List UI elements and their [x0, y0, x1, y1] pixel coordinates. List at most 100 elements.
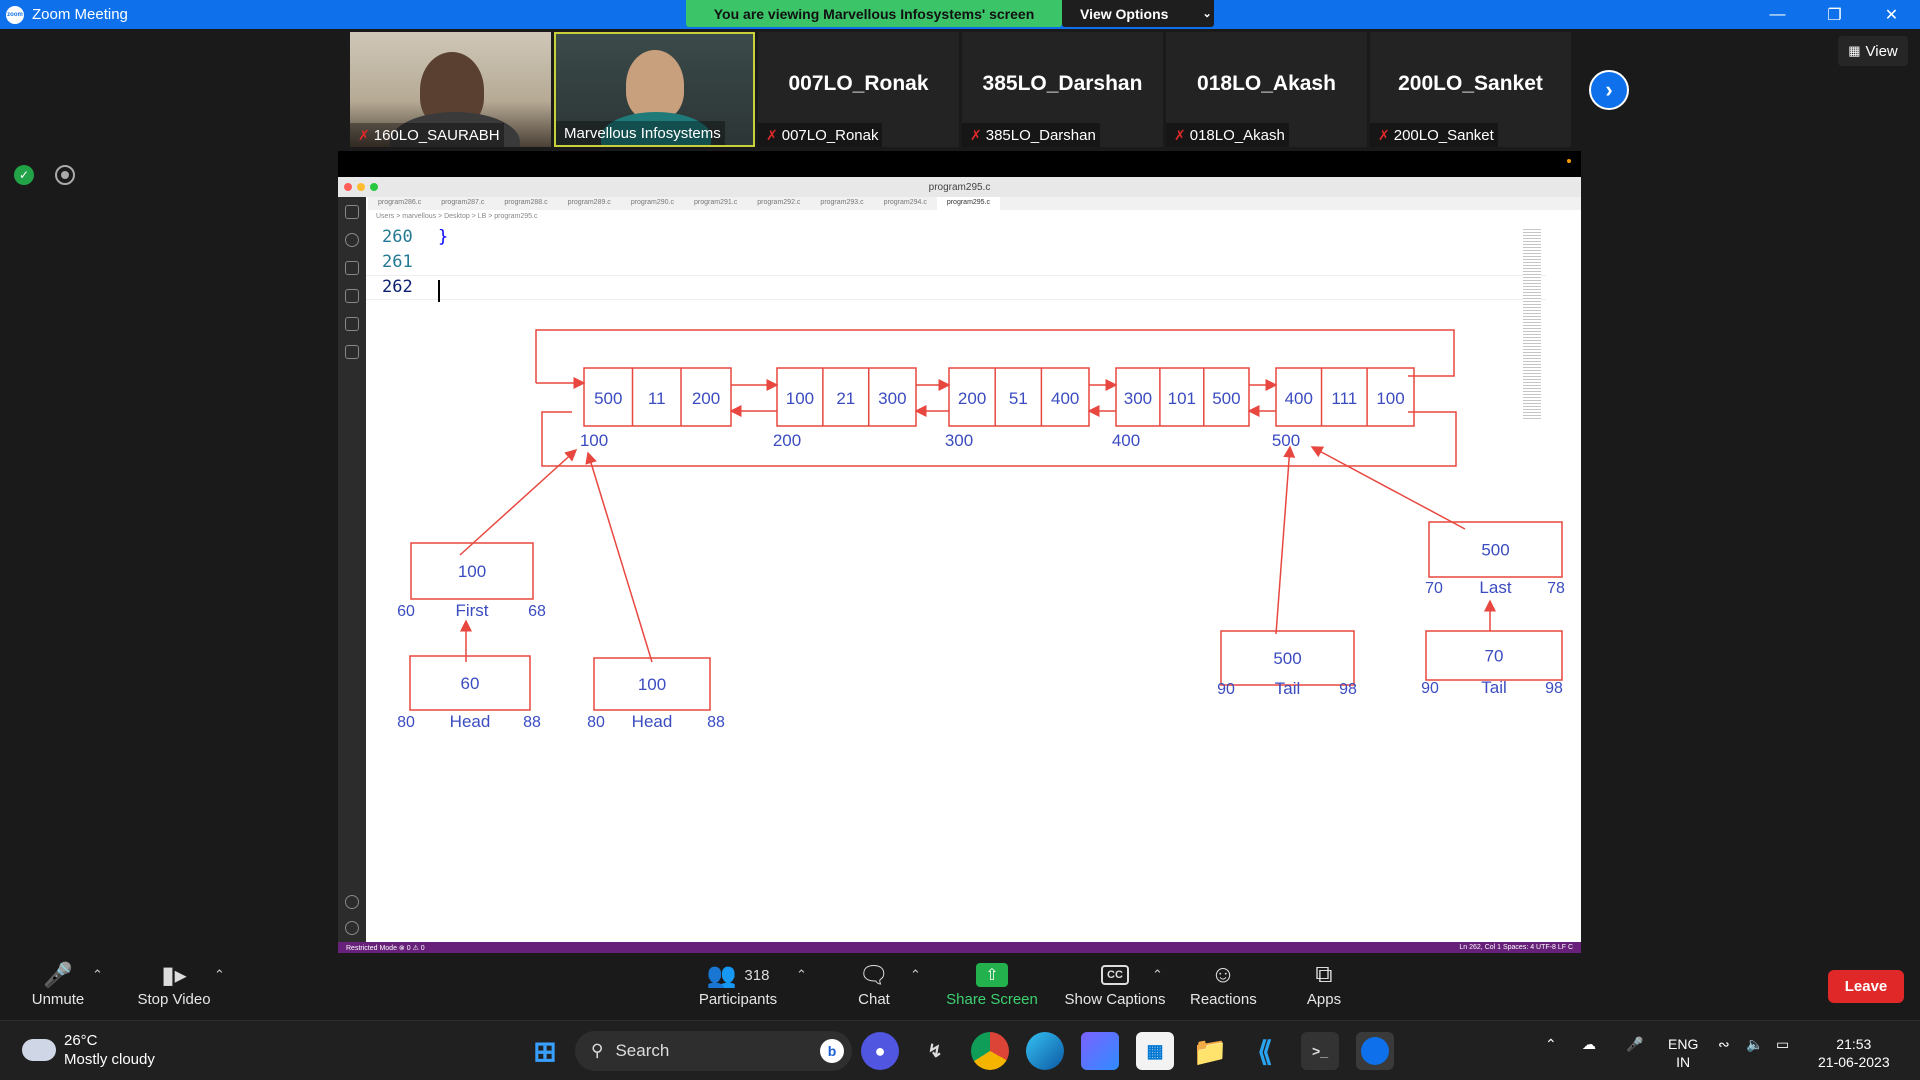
participant-tile[interactable]: 200LO_Sanket ✗ 200LO_Sanket — [1370, 32, 1571, 147]
node-next-value: 200 — [692, 389, 720, 408]
view-button[interactable]: ▦ View — [1838, 36, 1908, 66]
status-dot-icon — [1567, 159, 1571, 163]
reactions-button[interactable]: ☺ Reactions — [1190, 959, 1257, 1008]
editor-tab[interactable]: program292.c — [747, 197, 810, 210]
editor-window-title: program295.c — [928, 181, 991, 193]
editor-tab[interactable]: program289.c — [558, 197, 621, 210]
explorer-icon[interactable] — [345, 205, 359, 219]
node-next-value: 300 — [878, 389, 906, 408]
chat-chevron-icon[interactable]: ⌃ — [910, 967, 921, 983]
search-icon: ⚲ — [591, 1041, 604, 1060]
share-screen-button[interactable]: ⇧ Share Screen — [944, 959, 1040, 1008]
pointer-value: 100 — [458, 562, 486, 581]
editor-tab[interactable]: program291.c — [684, 197, 747, 210]
close-dot[interactable] — [344, 183, 352, 191]
video-options-chevron-icon[interactable]: ⌃ — [214, 967, 225, 983]
unmute-button[interactable]: 🎤 Unmute — [28, 959, 88, 1009]
node-next-value: 100 — [1376, 389, 1404, 408]
activity-bar — [338, 197, 366, 945]
copilot-icon[interactable] — [1081, 1032, 1119, 1070]
participants-count: 318 — [744, 966, 770, 984]
teams-icon[interactable]: ● — [861, 1032, 899, 1070]
editor-tab[interactable]: program286.c — [368, 197, 431, 210]
recording-icon[interactable] — [55, 165, 75, 185]
node-next-value: 400 — [1051, 389, 1079, 408]
editor-tab-active[interactable]: program295.c — [936, 197, 1001, 210]
participant-tile-active-speaker[interactable]: Marvellous Infosystems — [554, 32, 755, 147]
participant-tile[interactable]: 018LO_Akash ✗ 018LO_Akash — [1166, 32, 1367, 147]
stop-video-button[interactable]: ▮▸ Stop Video — [134, 959, 214, 1009]
microsoft-store-icon[interactable]: ▦ — [1136, 1032, 1174, 1070]
chat-bubble-icon: 🗨 — [858, 961, 890, 989]
zoom-dot[interactable] — [370, 183, 378, 191]
microphone-in-use-icon[interactable]: 🎤 — [1626, 1035, 1643, 1053]
breadcrumb[interactable]: Users > marvellous > Desktop > LB > prog… — [376, 213, 537, 220]
taskbar-search[interactable]: ⚲ Search b — [575, 1031, 852, 1071]
captions-chevron-icon[interactable]: ⌃ — [1152, 967, 1163, 983]
status-right[interactable]: Ln 262, Col 1 Spaces: 4 UTF-8 LF C — [1459, 944, 1573, 951]
participant-tile[interactable]: 007LO_Ronak ✗ 007LO_Ronak — [758, 32, 959, 147]
run-debug-icon[interactable] — [345, 289, 359, 303]
view-options-button[interactable]: View Options ⌄ — [1062, 0, 1214, 27]
pointer-start-address: 90 — [1421, 680, 1439, 697]
weather-widget[interactable]: 26°C Mostly cloudy — [22, 1031, 155, 1069]
audio-options-chevron-icon[interactable]: ⌃ — [92, 967, 103, 983]
pointer-name: First — [455, 601, 488, 620]
close-button[interactable]: ✕ — [1863, 0, 1920, 29]
pointer-value: 100 — [638, 675, 666, 694]
vscode-icon[interactable]: ⟪ — [1246, 1032, 1284, 1070]
status-left[interactable]: Restricted Mode ⊗ 0 ⚠ 0 — [346, 944, 425, 952]
chevron-down-icon: ⌄ — [1202, 8, 1212, 20]
captions-cc-icon: CC — [1101, 965, 1129, 985]
share-screen-arrow-icon: ⇧ — [976, 963, 1008, 987]
volume-icon[interactable]: 🔈 — [1746, 1035, 1763, 1053]
minimize-button[interactable]: — — [1749, 0, 1806, 29]
participant-label: ✗ 018LO_Akash — [1166, 123, 1289, 147]
pointer-value: 500 — [1273, 649, 1301, 668]
security-shield-icon[interactable]: ✓ — [14, 165, 34, 185]
video-camera-icon: ▮▸ — [161, 961, 187, 989]
apps-button[interactable]: ⧉ Apps — [1302, 959, 1346, 1008]
temperature: 26°C — [64, 1032, 98, 1049]
minimize-dot[interactable] — [357, 183, 365, 191]
language-indicator[interactable]: ENG IN — [1668, 1035, 1698, 1071]
windows-start-icon[interactable]: ⊞ — [526, 1032, 564, 1070]
edge-icon[interactable] — [1026, 1032, 1064, 1070]
source-control-icon[interactable] — [345, 261, 359, 275]
editor-tab[interactable]: program288.c — [494, 197, 557, 210]
grid-icon: ▦ — [1848, 43, 1861, 58]
settings-gear-icon[interactable] — [345, 921, 359, 935]
clock[interactable]: 21:53 21-06-2023 — [1818, 1035, 1890, 1071]
code-line[interactable]: } — [438, 225, 448, 250]
terminal-icon[interactable]: >_ — [1301, 1032, 1339, 1070]
wifi-icon[interactable]: ∾ — [1718, 1035, 1730, 1053]
file-explorer-icon[interactable]: 📁 — [1191, 1032, 1229, 1070]
next-page-arrow-icon[interactable]: › — [1589, 70, 1629, 110]
participant-tile[interactable]: ✗ 160LO_SAURABH — [350, 32, 551, 147]
show-hidden-icons-chevron-icon[interactable]: ⌃ — [1545, 1035, 1557, 1053]
editor-tab[interactable]: program287.c — [431, 197, 494, 210]
restore-button[interactable]: ❐ — [1806, 0, 1863, 29]
editor-tab[interactable]: program294.c — [874, 197, 937, 210]
battery-icon[interactable]: ▭ — [1776, 1035, 1789, 1053]
extensions-icon[interactable] — [345, 317, 359, 331]
search-icon[interactable] — [345, 233, 359, 247]
remote-explorer-icon[interactable] — [345, 345, 359, 359]
onedrive-cloud-icon[interactable]: ☁ — [1582, 1035, 1596, 1053]
zoom-taskbar-icon[interactable] — [1356, 1032, 1394, 1070]
weather-condition: Mostly cloudy — [64, 1051, 155, 1068]
lightning-app-icon[interactable]: ↯ — [916, 1032, 954, 1070]
pointer-start-address: 70 — [1425, 580, 1443, 597]
participant-tile[interactable]: 385LO_Darshan ✗ 385LO_Darshan — [962, 32, 1163, 147]
chrome-icon[interactable] — [971, 1032, 1009, 1070]
participants-chevron-icon[interactable]: ⌃ — [796, 967, 807, 983]
editor-tab[interactable]: program293.c — [810, 197, 873, 210]
participants-button[interactable]: 👥 318 Participants — [694, 959, 782, 1009]
leave-button[interactable]: Leave — [1828, 970, 1904, 1003]
chat-button[interactable]: 🗨 Chat — [852, 959, 896, 1009]
node-prev-value: 300 — [1124, 389, 1152, 408]
window-controls: — ❐ ✕ — [1749, 0, 1920, 29]
editor-tab[interactable]: program290.c — [621, 197, 684, 210]
account-icon[interactable] — [345, 895, 359, 909]
code-line[interactable] — [438, 250, 448, 275]
